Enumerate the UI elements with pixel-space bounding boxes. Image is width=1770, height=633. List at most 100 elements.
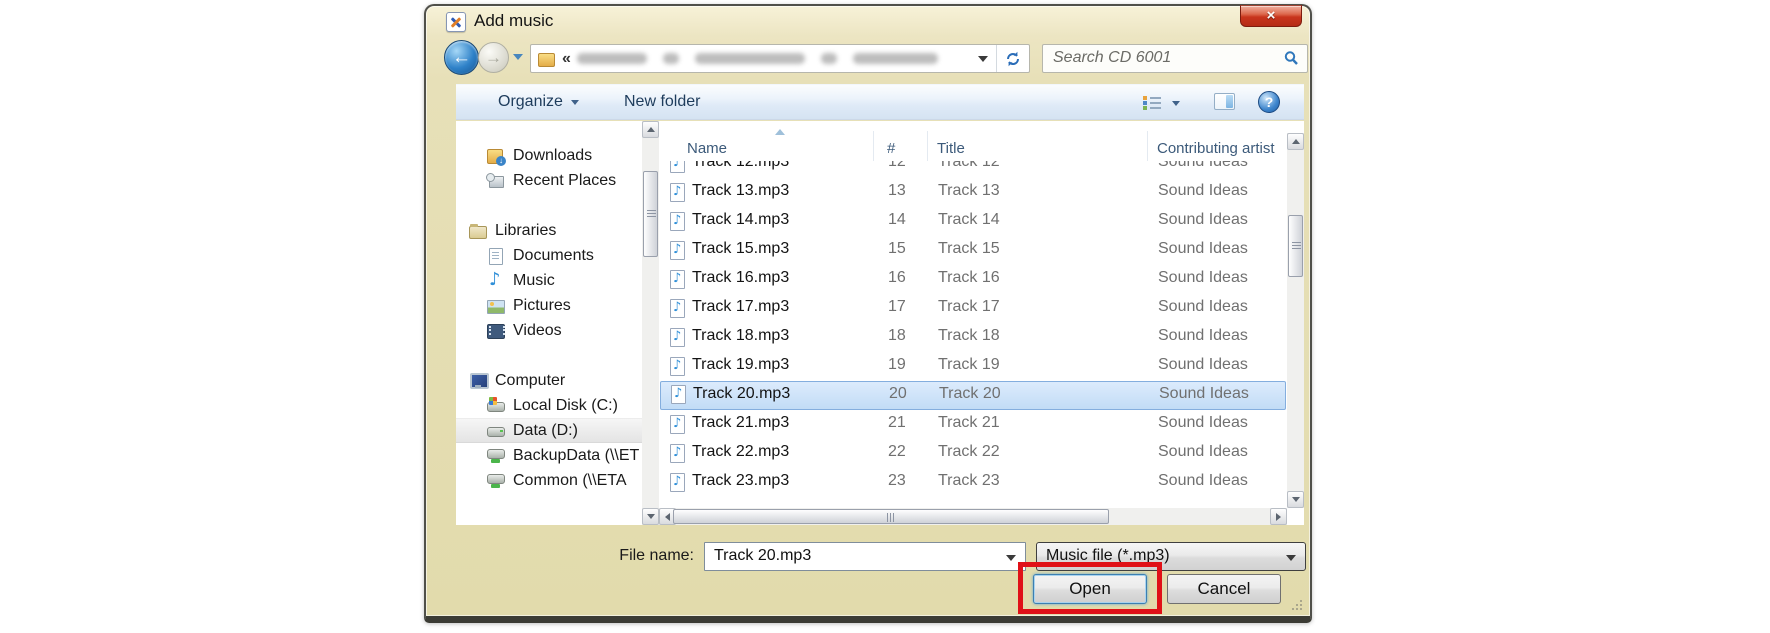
net-disk-icon <box>486 472 506 490</box>
back-button[interactable]: ← <box>444 40 479 75</box>
list-scroll-up-button[interactable] <box>1287 133 1304 150</box>
file-row-track-12-mp3[interactable]: Track 12.mp312Track 12Sound Ideas <box>660 161 1286 178</box>
music-file-icon <box>668 299 686 318</box>
file-row-track-22-mp3[interactable]: Track 22.mp322Track 22Sound Ideas <box>660 439 1286 468</box>
cancel-button[interactable]: Cancel <box>1167 574 1281 604</box>
folder-down-icon <box>486 147 506 165</box>
file-row-track-23-mp3[interactable]: Track 23.mp323Track 23Sound Ideas <box>660 468 1286 497</box>
help-icon[interactable]: ? <box>1258 91 1280 113</box>
column-header-title[interactable]: Title <box>937 140 965 157</box>
artist-cell: Sound Ideas <box>1158 414 1248 432</box>
title-bar[interactable]: Add music × <box>426 6 1310 38</box>
list-scroll-right-button[interactable] <box>1270 508 1287 525</box>
column-header-number[interactable]: # <box>887 140 895 157</box>
file-row-track-21-mp3[interactable]: Track 21.mp321Track 21Sound Ideas <box>660 410 1286 439</box>
folder-icon <box>537 50 556 68</box>
artist-cell: Sound Ideas <box>1158 161 1248 171</box>
thumb-grip-icon <box>887 513 888 522</box>
sidebar-scroll-up-button[interactable] <box>642 121 659 138</box>
new-folder-button[interactable]: New folder <box>624 85 700 119</box>
sidebar-item-local-disk-c[interactable]: Local Disk (C:) <box>456 393 642 418</box>
column-divider[interactable] <box>927 131 928 161</box>
forward-button[interactable]: → <box>478 42 509 73</box>
column-divider[interactable] <box>873 131 874 161</box>
search-input[interactable]: Search CD 6001 <box>1042 44 1308 73</box>
sidebar-item-libraries[interactable]: Libraries <box>456 218 642 243</box>
column-divider[interactable] <box>1147 131 1148 161</box>
file-name-cell: Track 18.mp3 <box>692 327 789 345</box>
sidebar-item-documents[interactable]: Documents <box>456 243 642 268</box>
file-row-track-18-mp3[interactable]: Track 18.mp318Track 18Sound Ideas <box>660 323 1286 352</box>
file-row-track-15-mp3[interactable]: Track 15.mp315Track 15Sound Ideas <box>660 236 1286 265</box>
open-button[interactable]: Open <box>1033 574 1147 604</box>
sidebar-item-label: BackupData (\\ET <box>513 447 639 465</box>
track-number-cell: 16 <box>888 269 906 287</box>
organize-button[interactable]: Organize <box>498 85 579 119</box>
list-scroll-thumb[interactable] <box>1288 215 1303 277</box>
breadcrumb-redacted-segment <box>577 53 647 64</box>
sidebar-section-gap <box>456 343 642 368</box>
file-name-input[interactable]: Track 20.mp3 <box>704 542 1026 571</box>
music-file-icon <box>668 241 686 260</box>
address-row: ← → « Search CD 6001 <box>426 38 1310 80</box>
change-view-dropdown-icon[interactable] <box>1172 101 1180 106</box>
list-scroll-down-button[interactable] <box>1287 491 1304 508</box>
title-cell: Track 15 <box>938 240 1000 258</box>
column-header-artist[interactable]: Contributing artist <box>1157 140 1287 157</box>
file-name-dropdown-icon[interactable] <box>1006 555 1016 561</box>
refresh-button[interactable] <box>997 45 1029 72</box>
artist-cell: Sound Ideas <box>1158 298 1248 316</box>
sidebar-item-downloads[interactable]: Downloads <box>456 143 642 168</box>
file-row-track-16-mp3[interactable]: Track 16.mp316Track 16Sound Ideas <box>660 265 1286 294</box>
file-type-select[interactable]: Music file (*.mp3) <box>1036 542 1306 571</box>
sidebar-item-label: Computer <box>495 372 565 390</box>
file-row-track-20-mp3[interactable]: Track 20.mp320Track 20Sound Ideas <box>660 381 1286 410</box>
track-number-cell: 18 <box>888 327 906 345</box>
window-title: Add music <box>474 6 553 36</box>
file-name-cell: Track 16.mp3 <box>692 269 789 287</box>
refresh-icon <box>1005 51 1021 67</box>
file-type-dropdown-icon[interactable] <box>1286 555 1296 561</box>
resize-grip[interactable] <box>1290 598 1302 610</box>
column-headers: Name # Title Contributing artist <box>659 131 1287 161</box>
music-file-icon <box>668 161 686 173</box>
sidebar-item-backupdata[interactable]: BackupData (\\ET <box>456 443 642 468</box>
sidebar-item-computer[interactable]: Computer <box>456 368 642 393</box>
artist-cell: Sound Ideas <box>1159 385 1249 403</box>
list-vertical-scrollbar[interactable] <box>1287 133 1304 508</box>
sidebar-item-music[interactable]: Music <box>456 268 642 293</box>
address-bar[interactable]: « <box>530 44 1030 73</box>
recent-pages-dropdown-icon[interactable] <box>513 54 523 60</box>
list-horizontal-scrollbar[interactable] <box>659 508 1287 525</box>
address-dropdown-icon[interactable] <box>978 56 988 62</box>
change-view-icon[interactable] <box>1142 95 1162 110</box>
column-header-name[interactable]: Name <box>687 140 727 157</box>
breadcrumb-chevron[interactable]: « <box>562 50 571 68</box>
title-cell: Track 23 <box>938 472 1000 490</box>
title-cell: Track 14 <box>938 211 1000 229</box>
file-row-track-14-mp3[interactable]: Track 14.mp314Track 14Sound Ideas <box>660 207 1286 236</box>
sidebar-item-recent-places[interactable]: Recent Places <box>456 168 642 193</box>
sidebar-scroll-thumb[interactable] <box>643 171 658 257</box>
music-file-icon <box>668 473 686 492</box>
sidebar-item-videos[interactable]: Videos <box>456 318 642 343</box>
title-cell: Track 21 <box>938 414 1000 432</box>
list-hscroll-thumb[interactable] <box>673 509 1109 524</box>
title-cell: Track 22 <box>938 443 1000 461</box>
track-number-cell: 12 <box>888 161 906 171</box>
sidebar-item-pictures[interactable]: Pictures <box>456 293 642 318</box>
title-cell: Track 20 <box>939 385 1001 403</box>
close-button[interactable]: × <box>1240 5 1302 27</box>
file-row-track-13-mp3[interactable]: Track 13.mp313Track 13Sound Ideas <box>660 178 1286 207</box>
sidebar-item-common[interactable]: Common (\\ETA <box>456 468 642 493</box>
track-number-cell: 20 <box>889 385 907 403</box>
track-number-cell: 14 <box>888 211 906 229</box>
search-icon[interactable] <box>1283 50 1299 66</box>
sidebar-scrollbar[interactable] <box>642 121 659 525</box>
sidebar-scroll-down-button[interactable] <box>642 508 659 525</box>
preview-pane-icon[interactable] <box>1214 93 1235 110</box>
track-number-cell: 22 <box>888 443 906 461</box>
sidebar-item-data-d[interactable]: Data (D:) <box>456 418 642 443</box>
file-row-track-17-mp3[interactable]: Track 17.mp317Track 17Sound Ideas <box>660 294 1286 323</box>
file-row-track-19-mp3[interactable]: Track 19.mp319Track 19Sound Ideas <box>660 352 1286 381</box>
